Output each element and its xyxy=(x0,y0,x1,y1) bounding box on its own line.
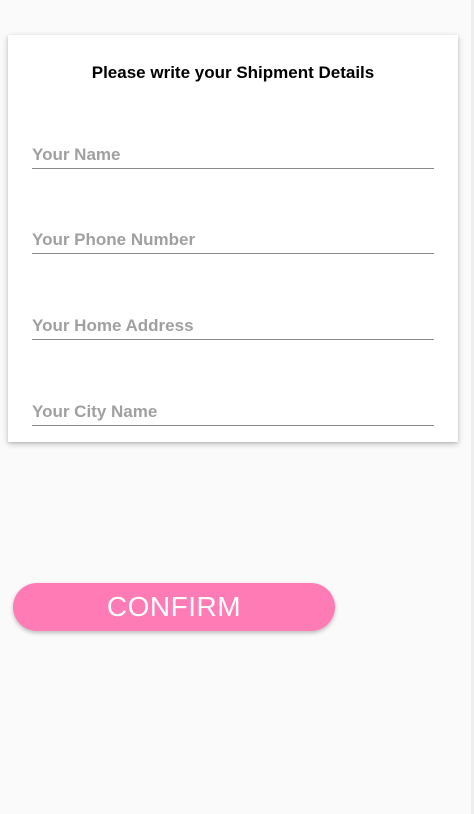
card-title: Please write your Shipment Details xyxy=(91,63,375,82)
home-address-input[interactable] xyxy=(32,312,434,340)
shipment-details-card: Please write your Shipment Details xyxy=(8,35,458,442)
shipment-details-screen: Please write your Shipment Details CONFI… xyxy=(0,0,474,814)
name-input[interactable] xyxy=(32,141,434,169)
phone-number-input[interactable] xyxy=(32,226,434,254)
city-name-input[interactable] xyxy=(32,398,434,426)
confirm-button[interactable]: CONFIRM xyxy=(13,583,335,631)
